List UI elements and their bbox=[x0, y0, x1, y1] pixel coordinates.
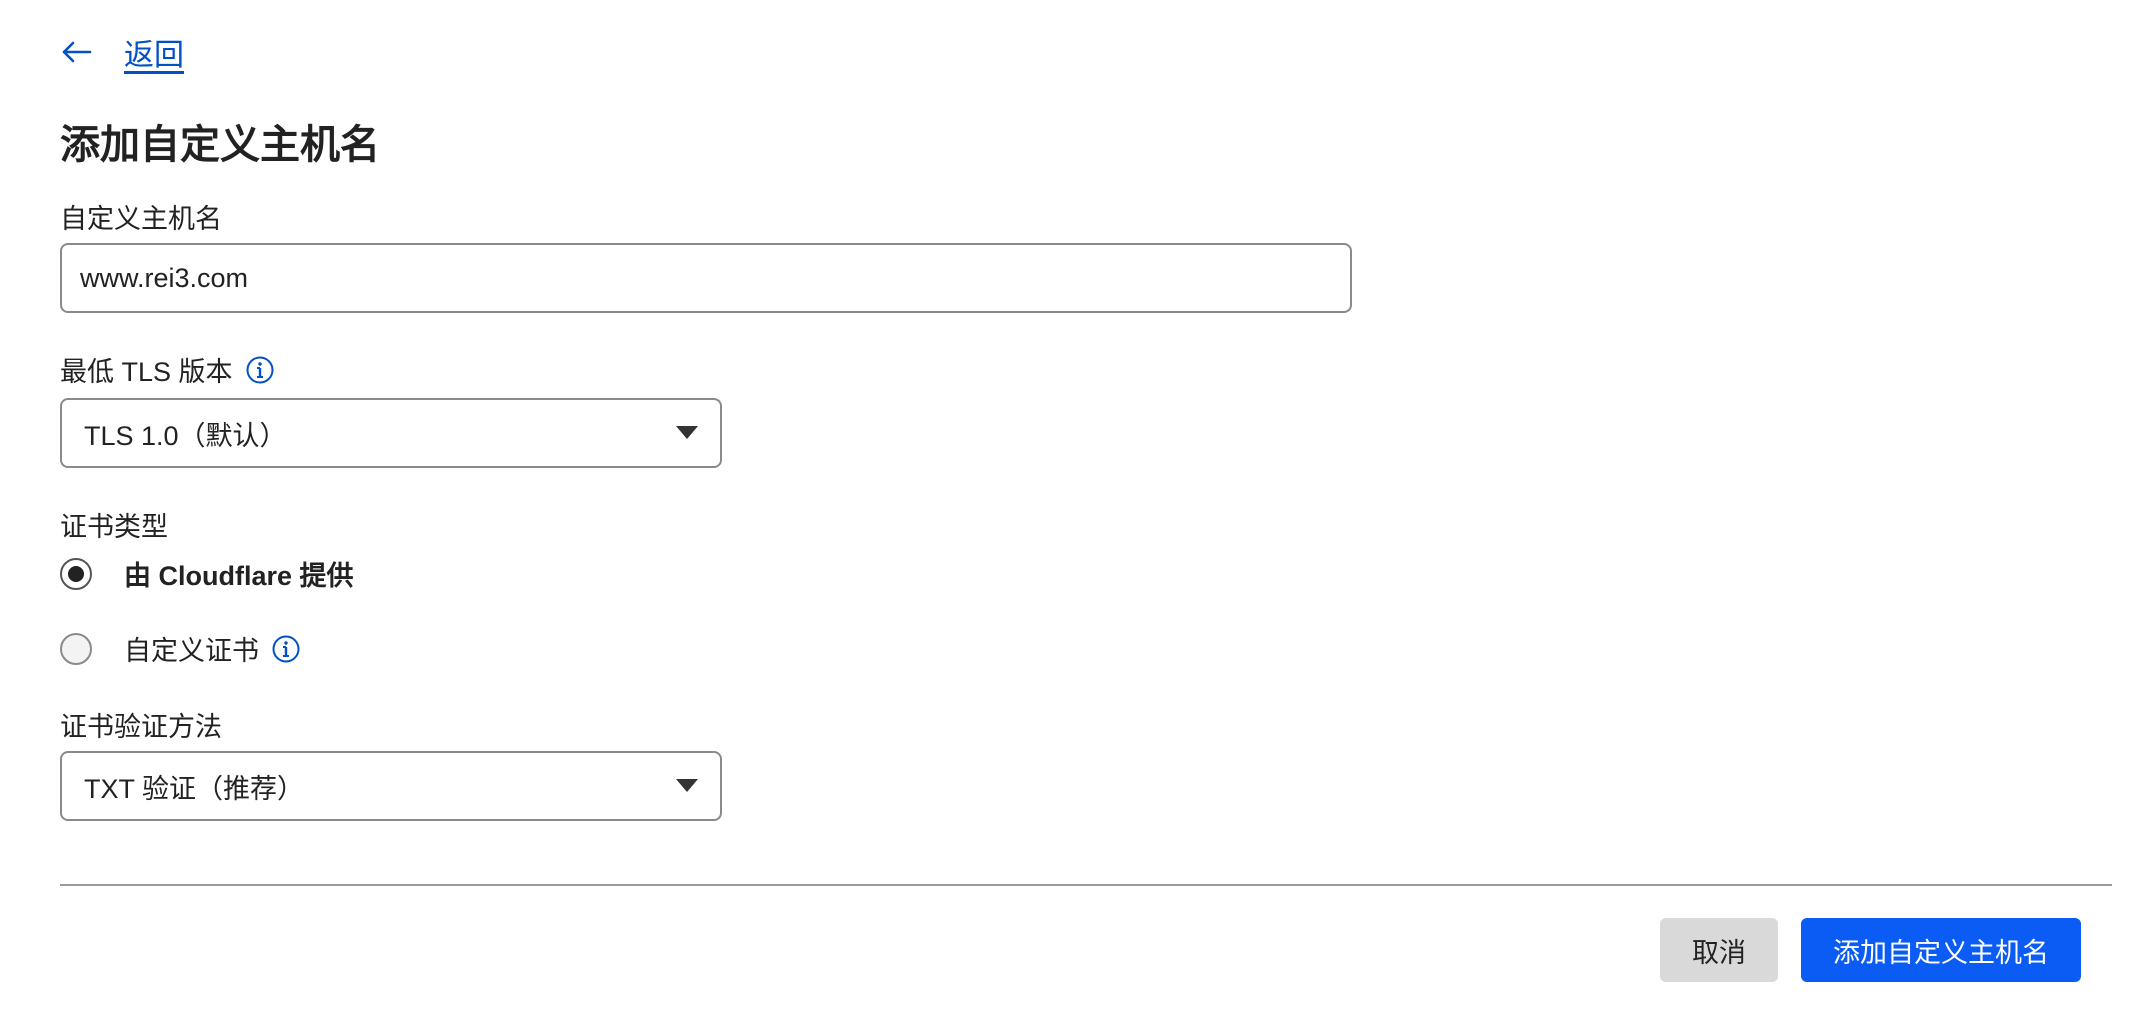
hostname-label-text: 自定义主机名 bbox=[60, 204, 222, 234]
radio-button-checked[interactable] bbox=[60, 557, 92, 590]
cert-option-label: 自定义证书 bbox=[124, 636, 259, 666]
tls-version-select[interactable]: TLS 1.0（默认） bbox=[60, 398, 722, 468]
validation-label: 证书验证方法 bbox=[60, 705, 222, 744]
info-icon[interactable] bbox=[245, 355, 275, 385]
tls-label-text: 最低 TLS 版本 bbox=[60, 357, 233, 387]
info-icon[interactable] bbox=[271, 634, 301, 664]
tls-label: 最低 TLS 版本 bbox=[60, 350, 275, 389]
radio-button[interactable] bbox=[60, 632, 92, 665]
hostname-input[interactable] bbox=[60, 243, 1352, 313]
cert-type-label: 证书类型 bbox=[60, 505, 168, 544]
cert-type-label-text: 证书类型 bbox=[60, 512, 168, 542]
hostname-label: 自定义主机名 bbox=[60, 197, 222, 236]
page-title: 添加自定义主机名 bbox=[60, 123, 380, 167]
back-link[interactable]: 返回 bbox=[124, 30, 184, 74]
caret-down-icon bbox=[676, 426, 698, 439]
cert-type-option-custom[interactable]: 自定义证书 bbox=[60, 629, 301, 668]
cert-type-option-cloudflare[interactable]: 由 Cloudflare 提供 bbox=[60, 554, 354, 593]
caret-down-icon bbox=[676, 779, 698, 792]
cert-option-label-wrap: 自定义证书 bbox=[124, 629, 301, 668]
validation-method-select[interactable]: TXT 验证（推荐） bbox=[60, 751, 722, 821]
add-custom-hostname-page: 返回 添加自定义主机名 自定义主机名 最低 TLS 版本 TLS 1.0（默认）… bbox=[0, 0, 2140, 1036]
back-nav: 返回 bbox=[60, 30, 184, 74]
validation-label-text: 证书验证方法 bbox=[60, 712, 222, 742]
divider bbox=[60, 884, 2112, 886]
arrow-left-icon[interactable] bbox=[60, 34, 96, 70]
cert-option-label: 由 Cloudflare 提供 bbox=[124, 561, 354, 591]
add-custom-hostname-button[interactable]: 添加自定义主机名 bbox=[1801, 918, 2081, 982]
tls-version-value: TLS 1.0（默认） bbox=[84, 420, 287, 451]
validation-method-value: TXT 验证（推荐） bbox=[84, 773, 305, 804]
cancel-button[interactable]: 取消 bbox=[1660, 918, 1778, 982]
